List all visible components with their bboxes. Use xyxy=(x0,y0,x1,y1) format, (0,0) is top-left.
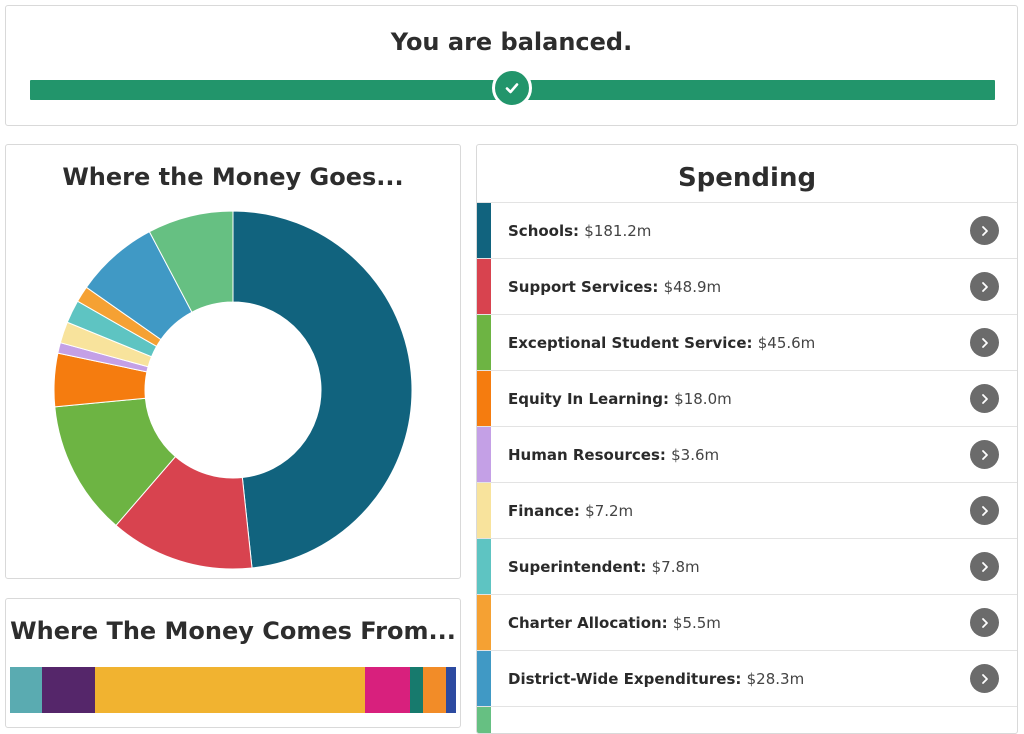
spending-row[interactable]: Charter Allocation: $5.5m xyxy=(477,594,1017,650)
category-color-swatch xyxy=(477,483,491,538)
spending-category-label: District-Wide Expenditures: xyxy=(508,669,747,688)
chevron-right-icon xyxy=(981,449,988,460)
spending-category-amount: $7.2m xyxy=(585,501,634,520)
revenue-segment[interactable] xyxy=(422,667,447,713)
spending-title: Spending xyxy=(677,163,817,193)
category-color-swatch xyxy=(477,651,491,706)
revenue-segment[interactable] xyxy=(364,667,411,713)
spending-category-label: Support Services: xyxy=(508,277,664,296)
category-color-swatch xyxy=(477,315,491,370)
money-goes-card: Where the Money Goes... xyxy=(5,144,461,579)
spending-row[interactable]: Finance: $7.2m xyxy=(477,482,1017,538)
spending-category-amount: $28.3m xyxy=(746,669,805,688)
spending-category-amount: $5.5m xyxy=(672,613,721,632)
spending-row-text: Human Resources: $3.6m xyxy=(508,446,719,464)
spending-row-text: Equity In Learning: $18.0m xyxy=(508,390,732,408)
money-comes-from-title: Where The Money Comes From... xyxy=(10,617,456,645)
expand-category-button[interactable] xyxy=(970,328,999,357)
spending-row[interactable]: Schools: $181.2m xyxy=(477,202,1017,258)
balance-card: You are balanced. xyxy=(5,5,1018,126)
spending-row-text: Finance: $7.2m xyxy=(508,502,633,520)
revenue-segment[interactable] xyxy=(446,667,456,713)
expand-category-button[interactable] xyxy=(970,664,999,693)
spending-category-label: Equity In Learning: xyxy=(508,389,675,408)
spending-list: Schools: $181.2m Support Services: $48.9m… xyxy=(477,202,1017,733)
balance-indicator xyxy=(492,68,532,108)
category-color-swatch xyxy=(477,539,491,594)
expand-category-button[interactable] xyxy=(970,216,999,245)
money-comes-from-card: Where The Money Comes From... xyxy=(5,598,461,728)
spending-category-amount: $18.0m xyxy=(674,389,732,408)
spending-row-text: Superintendent: $7.8m xyxy=(508,558,700,576)
spending-row[interactable]: Support Services: $48.9m xyxy=(477,258,1017,314)
spending-category-label: Schools: xyxy=(508,221,585,240)
revenue-segment[interactable] xyxy=(94,667,365,713)
revenue-segment[interactable] xyxy=(10,667,43,713)
spending-category-label: Exceptional Student Service: xyxy=(508,333,758,352)
chevron-right-icon xyxy=(981,225,988,236)
chevron-right-icon xyxy=(981,393,988,404)
spending-category-amount: $48.9m xyxy=(663,277,722,296)
revenue-segment[interactable] xyxy=(410,667,423,713)
category-color-swatch xyxy=(477,707,491,733)
check-icon xyxy=(505,83,519,94)
spending-category-label: Charter Allocation: xyxy=(508,613,673,632)
spending-row[interactable]: Equity In Learning: $18.0m xyxy=(477,370,1017,426)
spending-row[interactable] xyxy=(477,706,1017,733)
spending-row[interactable]: District-Wide Expenditures: $28.3m xyxy=(477,650,1017,706)
spending-row[interactable]: Superintendent: $7.8m xyxy=(477,538,1017,594)
spending-row[interactable]: Human Resources: $3.6m xyxy=(477,426,1017,482)
spending-category-amount: $45.6m xyxy=(757,333,816,352)
expand-category-button[interactable] xyxy=(970,608,999,637)
expand-category-button[interactable] xyxy=(970,440,999,469)
chevron-right-icon xyxy=(981,505,988,516)
expand-category-button[interactable] xyxy=(970,384,999,413)
category-color-swatch xyxy=(477,595,491,650)
spending-donut-chart xyxy=(53,210,413,570)
spending-row-text: Exceptional Student Service: $45.6m xyxy=(508,334,815,352)
category-color-swatch xyxy=(477,259,491,314)
revenue-stacked-bar xyxy=(10,667,456,713)
spending-category-label: Superintendent: xyxy=(508,557,652,576)
chevron-right-icon xyxy=(981,561,988,572)
chevron-right-icon xyxy=(981,673,988,684)
spending-row[interactable]: Exceptional Student Service: $45.6m xyxy=(477,314,1017,370)
expand-category-button[interactable] xyxy=(970,552,999,581)
expand-category-button[interactable] xyxy=(970,272,999,301)
spending-category-amount: $3.6m xyxy=(671,445,720,464)
spending-category-label: Finance: xyxy=(508,501,586,520)
chevron-right-icon xyxy=(981,337,988,348)
chevron-right-icon xyxy=(981,281,988,292)
spending-category-amount: $7.8m xyxy=(651,557,700,576)
spending-category-label: Human Resources: xyxy=(508,445,672,464)
chevron-right-icon xyxy=(981,617,988,628)
category-color-swatch xyxy=(477,203,491,258)
revenue-segment[interactable] xyxy=(42,667,95,713)
donut-slice[interactable] xyxy=(232,210,413,569)
money-goes-title: Where the Money Goes... xyxy=(62,163,404,191)
category-color-swatch xyxy=(477,427,491,482)
expand-category-button[interactable] xyxy=(970,496,999,525)
spending-row-text: Charter Allocation: $5.5m xyxy=(508,614,721,632)
spending-row-text: District-Wide Expenditures: $28.3m xyxy=(508,670,804,688)
spending-category-amount: $181.2m xyxy=(584,221,652,240)
spending-card: Spending Schools: $181.2m Support Service… xyxy=(476,144,1018,734)
spending-row-text: Support Services: $48.9m xyxy=(508,278,721,296)
category-color-swatch xyxy=(477,371,491,426)
spending-row-text: Schools: $181.2m xyxy=(508,222,651,240)
balance-status-title: You are balanced. xyxy=(390,28,633,56)
